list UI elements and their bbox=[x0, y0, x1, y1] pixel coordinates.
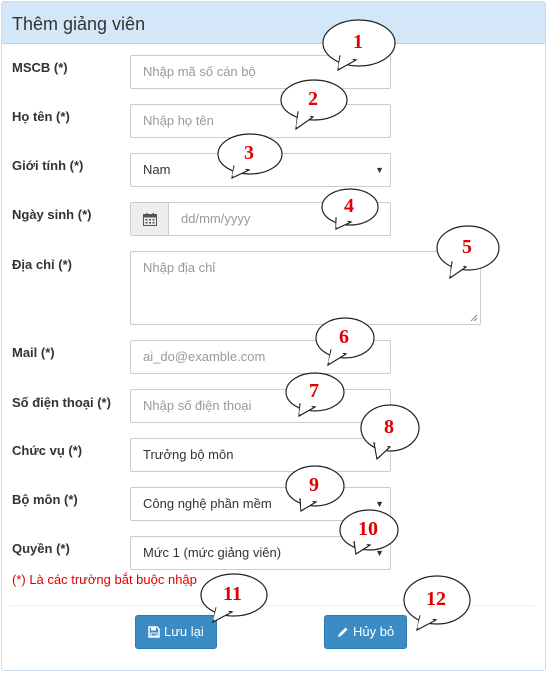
callout-number: 12 bbox=[426, 588, 446, 610]
speech-bubble-shape bbox=[403, 575, 471, 632]
